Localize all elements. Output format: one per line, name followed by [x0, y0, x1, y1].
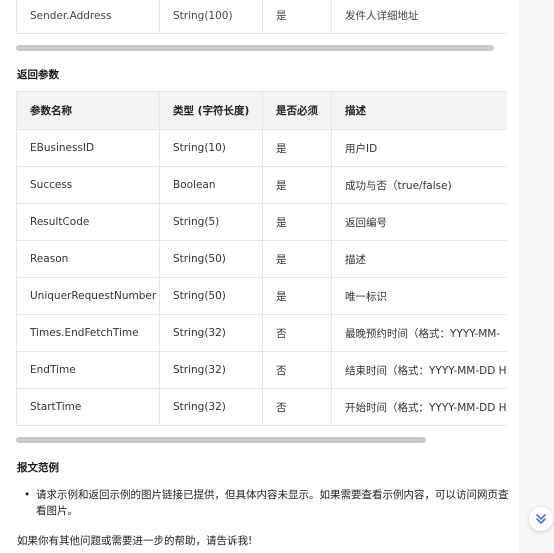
horizontal-scrollbar[interactable]: [16, 437, 426, 443]
table-cell: 是: [262, 240, 332, 278]
table-cell: 是: [262, 129, 332, 167]
table-cell: 否: [262, 351, 332, 389]
table-cell: 是: [262, 0, 332, 34]
table-cell: String(32): [159, 351, 263, 389]
column-header: 是否必须: [262, 91, 332, 130]
column-header: 类型 (字符长度): [159, 91, 263, 130]
table-row: UniquerRequestNumber String(50) 是 唯一标识: [16, 277, 507, 315]
table-cell: 唯一标识: [331, 277, 507, 315]
table-cell: UniquerRequestNumber: [16, 277, 160, 315]
double-chevron-down-icon: [535, 510, 547, 529]
request-params-table: Sender.Address String(100) 是 发件人详细地址: [16, 0, 507, 34]
table-row: EBusinessID String(10) 是 用户ID: [16, 129, 507, 167]
table-cell: String(100): [159, 0, 263, 34]
table-row: StartTime String(32) 否 开始时间（格式：YYYY-MM-D…: [16, 388, 507, 426]
table-cell: Sender.Address: [16, 0, 160, 34]
table-cell: String(10): [159, 129, 263, 167]
table-cell: Times.EndFetchTime: [16, 314, 160, 352]
table-cell: 否: [262, 314, 332, 352]
table-cell: 描述: [331, 240, 507, 278]
table-cell: String(50): [159, 277, 263, 315]
table-cell: String(50): [159, 240, 263, 278]
table-cell: EndTime: [16, 351, 160, 389]
table-row: Reason String(50) 是 描述: [16, 240, 507, 278]
return-params-title: 返回参数: [17, 69, 59, 81]
table-cell: StartTime: [16, 388, 160, 426]
request-params-table-scroll[interactable]: Sender.Address String(100) 是 发件人详细地址: [16, 0, 507, 34]
table-cell: 结束时间（格式：YYYY-MM-DD H: [331, 351, 507, 389]
table-header-row: 参数名称 类型 (字符长度) 是否必须 描述: [16, 91, 507, 130]
table-row: EndTime String(32) 否 结束时间（格式：YYYY-MM-DD …: [16, 351, 507, 389]
table-cell: Success: [16, 166, 160, 204]
table-cell: 是: [262, 277, 332, 315]
examples-title: 报文范例: [17, 462, 59, 474]
table-cell: Reason: [16, 240, 160, 278]
scroll-down-button[interactable]: [529, 507, 553, 531]
chat-panel: Sender.Address String(100) 是 发件人详细地址 返回参…: [0, 0, 519, 553]
table-row: Sender.Address String(100) 是 发件人详细地址: [16, 0, 507, 34]
closing-text: 如果你有其他问题或需要进一步的帮助，请告诉我!: [17, 535, 253, 547]
column-header: 描述: [331, 91, 507, 130]
table-cell: String(5): [159, 203, 263, 241]
horizontal-scrollbar[interactable]: [16, 45, 494, 51]
table-cell: 是: [262, 203, 332, 241]
table-row: ResultCode String(5) 是 返回编号: [16, 203, 507, 241]
table-cell: 用户ID: [331, 129, 507, 167]
table-cell: String(32): [159, 388, 263, 426]
table-cell: 返回编号: [331, 203, 507, 241]
table-cell: 开始时间（格式：YYYY-MM-DD H: [331, 388, 507, 426]
table-cell: 最晚预约时间（格式：YYYY-MM-: [331, 314, 507, 352]
table-cell: 否: [262, 388, 332, 426]
bullet-icon: •: [24, 489, 31, 501]
table-cell: String(32): [159, 314, 263, 352]
table-row: Success Boolean 是 成功与否（true/false): [16, 166, 507, 204]
table-cell: Boolean: [159, 166, 263, 204]
table-cell: EBusinessID: [16, 129, 160, 167]
table-cell: 成功与否（true/false): [331, 166, 507, 204]
table-cell: 发件人详细地址: [331, 0, 507, 34]
return-params-table: 参数名称 类型 (字符长度) 是否必须 描述 EBusinessID Strin…: [16, 91, 507, 426]
table-cell: ResultCode: [16, 203, 160, 241]
list-item-text: 请求示例和返回示例的图片链接已提供，但具体内容未显示。如果需要查看示例内容，可以…: [36, 489, 509, 517]
column-header: 参数名称: [16, 91, 160, 130]
table-cell: 是: [262, 166, 332, 204]
return-params-table-scroll[interactable]: 参数名称 类型 (字符长度) 是否必须 描述 EBusinessID Strin…: [16, 91, 507, 426]
table-row: Times.EndFetchTime String(32) 否 最晚预约时间（格…: [16, 314, 507, 352]
